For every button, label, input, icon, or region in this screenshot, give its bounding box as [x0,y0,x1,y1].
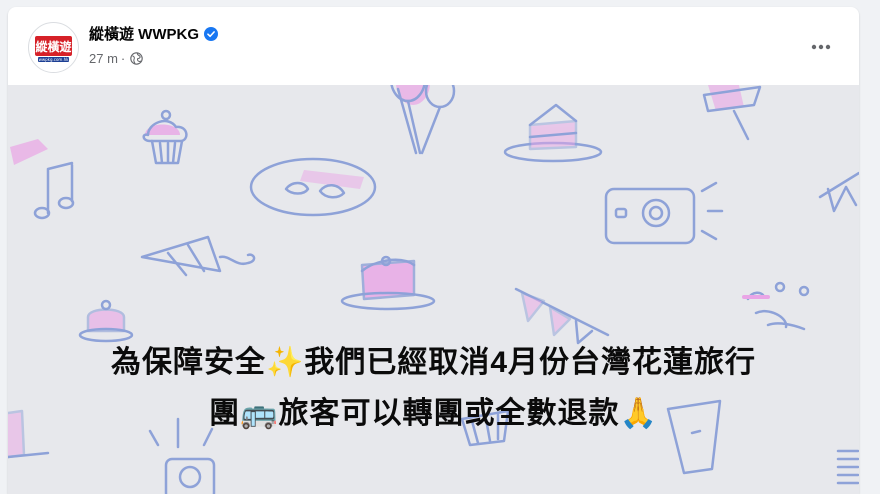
cake-doodle [503,103,603,163]
hat-doodle [78,299,134,343]
stripes-doodle [836,449,859,485]
post-background[interactable]: 為保障安全✨我們已經取消4月份台灣花蓮旅行 團🚌旅客可以轉團或全數退款🙏 [8,55,859,494]
mask-doodle [249,157,377,217]
post-message-line-2: 團🚌旅客可以轉團或全數退款🙏 [209,397,658,430]
party-horn-doodle [140,235,256,277]
verified-badge-icon [204,26,218,41]
page-avatar[interactable]: 縱橫遊 wwpkg.com.hk [28,22,79,73]
camera-doodle [604,181,724,245]
balloons-doodle [389,55,456,155]
wwpkg-logo: 縱橫遊 wwpkg.com.hk [35,36,72,62]
post-meta: 27 m · [89,51,144,66]
birthday-cake-doodle [340,255,436,311]
bunting-doodle [818,171,859,213]
ice-cream-doodle [702,81,762,141]
more-options-button[interactable] [803,29,839,65]
post-message-line-1: 為保障安全✨我們已經取消4月份台灣花蓮旅行 [110,346,757,379]
music-notes-doodle [10,139,75,220]
logo-subtext: wwpkg.com.hk [39,57,70,62]
page-name-row: 縱橫遊 WWPKG [89,23,218,44]
more-options-icon [811,44,831,50]
post-message: 為保障安全✨我們已經取消4月份台灣花蓮旅行 團🚌旅客可以轉團或全數退款🙏 [8,337,859,439]
swirl-doodle [742,281,810,331]
logo-text: 縱橫遊 [35,39,71,54]
meta-separator: · [120,51,126,66]
page-name[interactable]: 縱橫遊 WWPKG [89,23,199,44]
post-card: 縱橫遊 wwpkg.com.hk 縱橫遊 WWPKG 27 m · 為保障安全✨… [8,7,859,494]
post-timestamp[interactable]: 27 m [89,51,118,66]
banner-doodle [514,287,610,345]
post-header: 縱橫遊 wwpkg.com.hk 縱橫遊 WWPKG 27 m · [8,7,859,85]
globe-icon[interactable] [130,52,144,65]
cupcake-doodle [142,109,188,165]
